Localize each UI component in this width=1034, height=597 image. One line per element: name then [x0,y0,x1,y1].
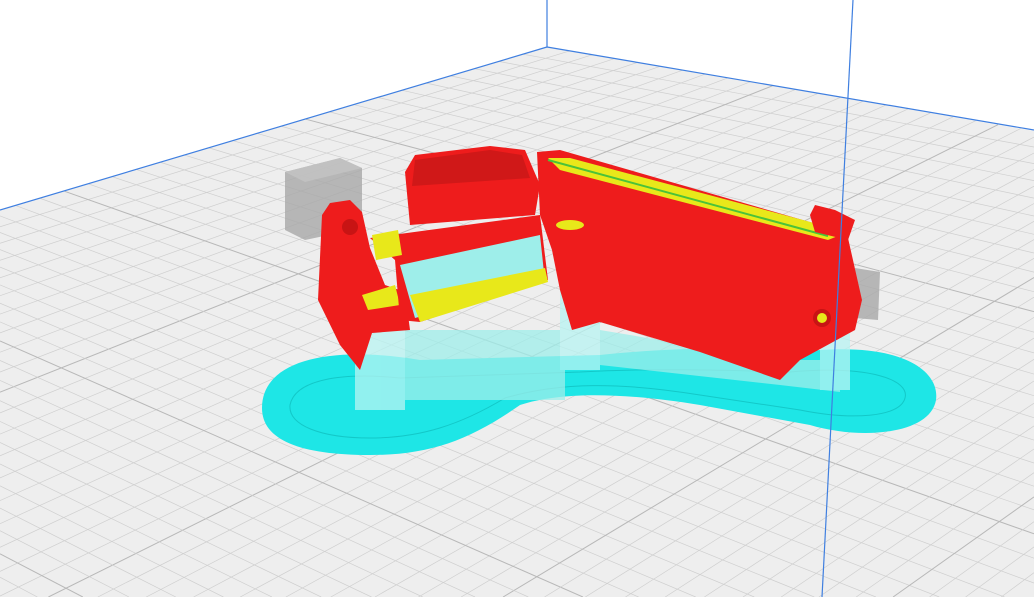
center-hole [556,220,584,230]
left-hole [342,219,358,235]
scene-canvas[interactable] [0,0,1034,597]
3d-viewport[interactable] [0,0,1034,597]
